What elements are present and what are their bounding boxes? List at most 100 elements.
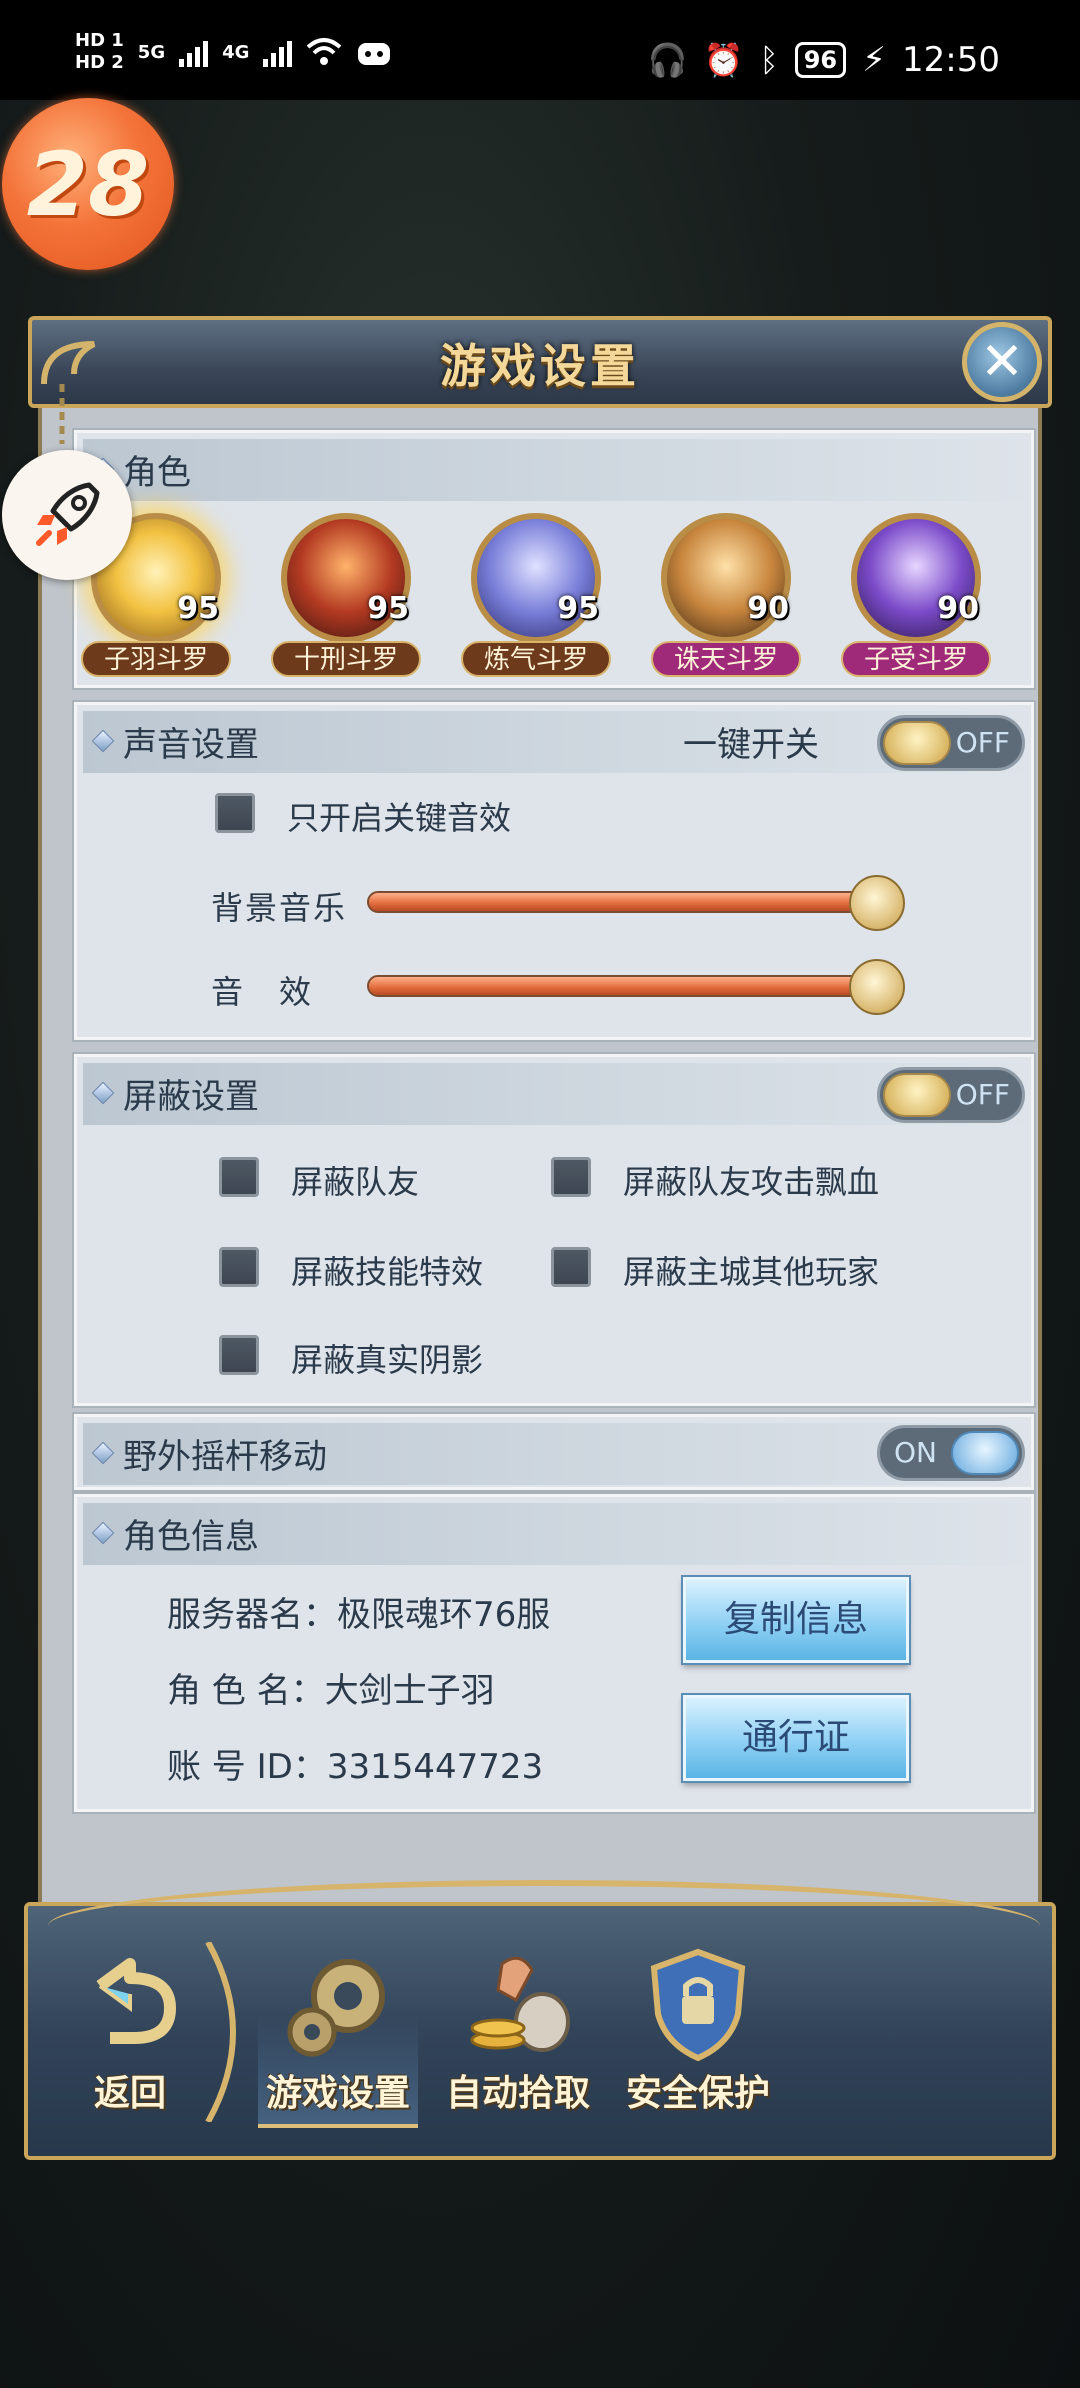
joystick-toggle[interactable]: ON (877, 1425, 1025, 1481)
nav-security[interactable]: 安全保护 (618, 1944, 778, 2124)
joystick-section: 野外摇杆移动 ON (74, 1414, 1034, 1490)
role-level: 95 (177, 591, 219, 626)
server-name: 服务器名：极限魂环76服 (167, 1595, 551, 1635)
toggle-knob (883, 721, 951, 765)
role-name: 诛天斗罗 (651, 641, 801, 677)
hide-teammates-checkbox[interactable] (219, 1157, 259, 1197)
role-level: 95 (367, 591, 409, 626)
wifi-icon (307, 38, 342, 65)
roles-section: 角色 95 子羽斗罗 95 十刑斗罗 95 炼气斗罗 90 诛天斗罗 90 子受… (74, 430, 1034, 688)
toggle-state: OFF (955, 1078, 1010, 1111)
back-arrow-icon (96, 1958, 176, 2044)
role-avatar-4[interactable]: 90 诛天斗罗 (651, 513, 801, 677)
sound-section: 声音设置 一键开关 OFF 只开启关键音效 背景音乐 音 效 (74, 702, 1034, 1040)
status-bar: HD 1 HD 2 5G 4G 🎧 ⏰ ᛒ 96 ⚡ 12:50 (0, 0, 1080, 100)
key-sound-only-checkbox[interactable] (215, 793, 255, 833)
diamond-bullet-icon (91, 1081, 115, 1105)
app-notification-icon (358, 43, 391, 65)
level-badge[interactable]: 28 (2, 98, 174, 270)
role-info-header: 角色信息 (83, 1503, 1023, 1565)
role-name: 十刑斗罗 (271, 641, 421, 677)
shield-title: 屏蔽设置 (123, 1077, 259, 1117)
copy-info-button[interactable]: 复制信息 (683, 1577, 909, 1663)
nav-auto-pickup[interactable]: 自动拾取 (438, 1944, 598, 2124)
role-avatar-2[interactable]: 95 十刑斗罗 (271, 513, 421, 677)
role-name: 炼气斗罗 (461, 641, 611, 677)
status-right: 🎧 ⏰ ᛒ 96 ⚡ 12:50 (648, 40, 1000, 80)
pass-button[interactable]: 通行证 (683, 1695, 909, 1781)
network-4g-label: 4G (222, 41, 250, 63)
role-level: 95 (557, 591, 599, 626)
dialog-title-bar: 游戏设置 ✕ (28, 316, 1052, 444)
roles-header: 角色 (83, 439, 1023, 501)
hide-city-players-checkbox[interactable] (551, 1247, 591, 1287)
money-bag-icon (470, 1956, 570, 2052)
headphones-icon: 🎧 (647, 41, 688, 79)
sfx-slider-track[interactable] (367, 975, 887, 997)
role-level: 90 (937, 591, 979, 626)
bgm-slider-handle[interactable] (849, 875, 905, 931)
toggle-state: ON (894, 1436, 937, 1469)
close-button[interactable]: ✕ (962, 322, 1042, 402)
network-5g-label: 5G (137, 41, 166, 63)
back-button[interactable]: 返回 (50, 1944, 210, 2124)
role-info-title: 角色信息 (123, 1517, 259, 1557)
sfx-slider-handle[interactable] (849, 959, 905, 1015)
role-name-info: 角 色 名：大剑士子羽 (167, 1671, 495, 1711)
security-label: 安全保护 (625, 2073, 770, 2114)
master-switch-label: 一键开关 (683, 725, 819, 765)
charging-icon: ⚡ (862, 40, 887, 80)
rocket-icon (36, 482, 100, 546)
toggle-knob (883, 1073, 951, 1117)
account-id: 账 号 ID：3315447723 (167, 1747, 544, 1787)
diamond-bullet-icon (91, 729, 115, 753)
role-name: 子羽斗罗 (81, 641, 231, 677)
key-sound-only-label: 只开启关键音效 (287, 799, 512, 837)
dialog-title: 游戏设置 (440, 339, 640, 393)
role-info-section: 角色信息 服务器名：极限魂环76服 角 色 名：大剑士子羽 账 号 ID：331… (74, 1494, 1034, 1812)
bluetooth-icon: ᛒ (759, 41, 779, 79)
shield-section: 屏蔽设置 OFF 屏蔽队友 屏蔽队友攻击飘血 屏蔽技能特效 屏蔽主城其他玩家 屏… (74, 1054, 1034, 1406)
hide-shadows-label: 屏蔽真实阴影 (291, 1341, 484, 1379)
bottom-nav: 返回 游戏设置 自动拾取 安全保护 (24, 1880, 1056, 2160)
role-level: 90 (747, 591, 789, 626)
hide-skill-effects-checkbox[interactable] (219, 1247, 259, 1287)
close-icon: ✕ (980, 332, 1024, 392)
battery-level: 96 (794, 42, 847, 78)
back-label: 返回 (93, 2073, 166, 2114)
shield-toggle[interactable]: OFF (877, 1067, 1025, 1123)
diamond-bullet-icon (91, 1441, 115, 1465)
roles-title: 角色 (123, 453, 191, 493)
signal-bars-icon (179, 37, 209, 67)
sfx-label: 音 效 (211, 973, 314, 1011)
shield-lock-icon (650, 1948, 746, 2062)
nav-game-settings[interactable]: 游戏设置 (258, 1944, 418, 2128)
bgm-label: 背景音乐 (211, 889, 348, 927)
signal-bars-2-icon (263, 37, 293, 67)
master-sound-toggle[interactable]: OFF (877, 715, 1025, 771)
rocket-boost-button[interactable] (2, 450, 132, 580)
joystick-title: 野外摇杆移动 (123, 1437, 327, 1477)
nav-divider-ornament-icon (205, 1942, 236, 2122)
gear-icon (287, 1959, 385, 2057)
hide-city-players-label: 屏蔽主城其他玩家 (623, 1253, 880, 1291)
toggle-state: OFF (955, 726, 1010, 759)
diamond-bullet-icon (91, 1521, 115, 1545)
sim2-label: HD 2 (75, 52, 124, 73)
role-avatar-5[interactable]: 90 子受斗罗 (841, 513, 991, 677)
hide-teammates-label: 屏蔽队友 (291, 1163, 420, 1201)
role-avatar-3[interactable]: 95 炼气斗罗 (461, 513, 611, 677)
auto-pickup-label: 自动拾取 (445, 2073, 590, 2114)
sim1-label: HD 1 (75, 30, 124, 51)
game-settings-label: 游戏设置 (265, 2073, 410, 2114)
hide-teammate-damage-checkbox[interactable] (551, 1157, 591, 1197)
chain-ornament-icon (41, 341, 96, 444)
hide-shadows-checkbox[interactable] (219, 1335, 259, 1375)
alarm-icon: ⏰ (703, 41, 744, 79)
status-left: HD 1 HD 2 5G 4G (75, 30, 392, 74)
sim-indicators: HD 1 HD 2 (75, 30, 124, 74)
hide-teammate-damage-label: 屏蔽队友攻击飘血 (623, 1163, 880, 1201)
hide-skill-effects-label: 屏蔽技能特效 (291, 1253, 484, 1291)
bgm-slider-track[interactable] (367, 891, 887, 913)
role-name: 子受斗罗 (841, 641, 991, 677)
